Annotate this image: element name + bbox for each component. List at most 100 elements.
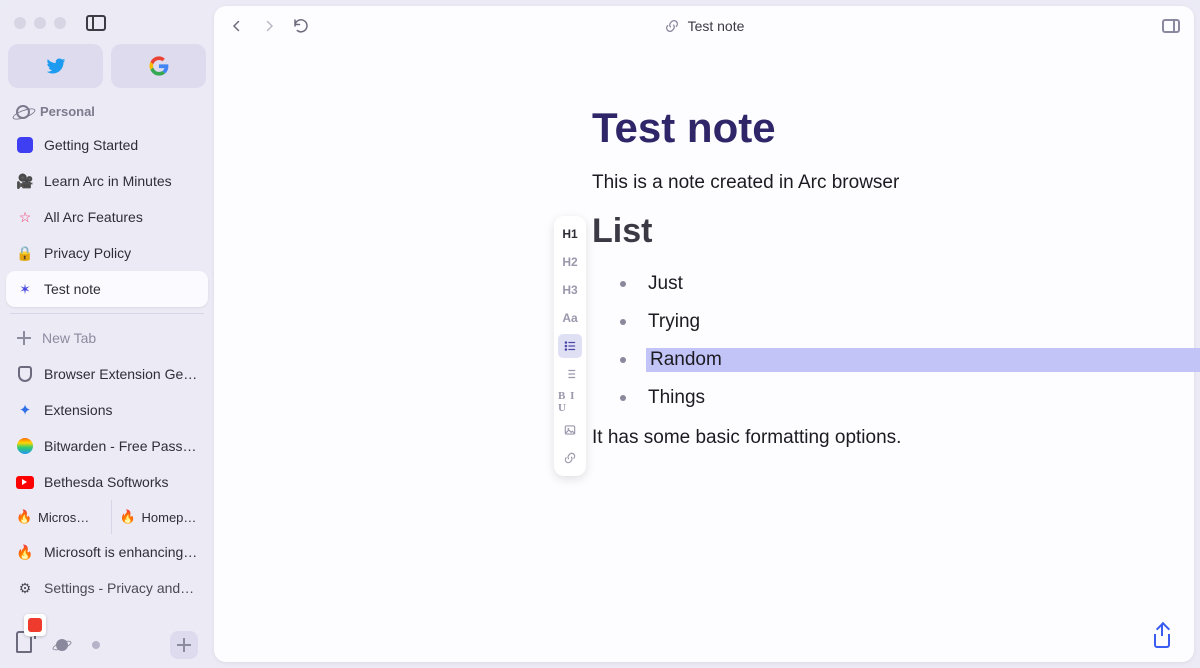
note-paragraph[interactable]: It has some basic formatting options. (592, 427, 1200, 449)
link-icon (563, 451, 577, 465)
format-image-button[interactable] (558, 418, 582, 442)
format-h3-button[interactable]: H3 (558, 278, 582, 302)
tab-browser-extension[interactable]: Browser Extension Getti… (6, 356, 208, 392)
space-indicator-icon[interactable] (56, 639, 68, 651)
sidebar: Personal Getting Started 🎥 Learn Arc in … (0, 0, 214, 668)
tab-bethesda[interactable]: Bethesda Softworks (6, 464, 208, 500)
tab-label: Microsoft is enhancing… (44, 544, 197, 560)
space-name: Personal (40, 104, 95, 119)
zoom-window-icon[interactable] (54, 17, 66, 29)
format-toolbar: H1 H2 H3 Aa B I U (554, 216, 586, 476)
shield-icon (16, 365, 34, 383)
note-icon: ✶ (16, 280, 34, 298)
note-heading[interactable]: List (592, 212, 1200, 251)
back-button[interactable] (228, 17, 246, 35)
format-h2-button[interactable]: H2 (558, 250, 582, 274)
content-toolbar (214, 6, 1194, 46)
tab-label: Browser Extension Getti… (44, 366, 198, 382)
note-title[interactable]: Test note (592, 104, 1200, 152)
video-icon: 🎥 (16, 172, 34, 190)
tab-bitwarden[interactable]: Bitwarden - Free Passw… (6, 428, 208, 464)
youtube-icon (16, 473, 34, 491)
add-button[interactable] (170, 631, 198, 659)
split-tab-right[interactable]: 🔥 Homep… (111, 500, 207, 534)
bullet-list-icon (563, 339, 577, 353)
plus-icon (176, 637, 192, 653)
content-frame: Test note H1 H2 H3 Aa B I U (214, 6, 1194, 662)
numbered-list-icon (563, 367, 577, 381)
square-icon (16, 136, 34, 154)
list-item[interactable]: Trying (592, 303, 1200, 341)
note-list[interactable]: Just Trying Random Things (592, 265, 1200, 417)
close-window-icon[interactable] (14, 17, 26, 29)
new-tab-button[interactable]: New Tab (6, 320, 208, 356)
lock-icon: 🔒 (16, 244, 34, 262)
space-dot-icon[interactable] (92, 641, 100, 649)
share-icon (1161, 624, 1163, 636)
tab-label: Bethesda Softworks (44, 474, 169, 490)
reload-button[interactable] (292, 17, 310, 35)
bitwarden-icon (16, 437, 34, 455)
planet-icon (16, 105, 30, 119)
quick-twitter[interactable] (8, 44, 103, 88)
twitter-icon (46, 56, 66, 76)
toggle-sidebar-icon[interactable] (86, 15, 106, 31)
format-body-button[interactable]: Aa (558, 306, 582, 330)
quick-google[interactable] (111, 44, 206, 88)
tab-extensions[interactable]: ✦ Extensions (6, 392, 208, 428)
format-link-button[interactable] (558, 446, 582, 470)
sidebar-item-label: Learn Arc in Minutes (44, 173, 172, 189)
list-item-selected[interactable]: Random (592, 341, 1200, 379)
titlebar (6, 6, 208, 40)
tab-microsoft-enhancing[interactable]: 🔥 Microsoft is enhancing… (6, 534, 208, 570)
main-pane: Test note H1 H2 H3 Aa B I U (214, 0, 1200, 668)
tab-settings-privacy[interactable]: ⚙ Settings - Privacy and s… (6, 570, 208, 606)
sidebar-item-label: Getting Started (44, 137, 138, 153)
note-editor[interactable]: H1 H2 H3 Aa B I U (214, 46, 1194, 662)
sidebar-item-test-note[interactable]: ✶ Test note (6, 271, 208, 307)
sidebar-item-privacy[interactable]: 🔒 Privacy Policy (6, 235, 208, 271)
note-content[interactable]: Test note This is a note created in Arc … (592, 104, 1200, 467)
library-icon[interactable] (16, 637, 32, 653)
puzzle-icon: ✦ (16, 401, 34, 419)
format-h1-button[interactable]: H1 (558, 222, 582, 246)
forward-button[interactable] (260, 17, 278, 35)
new-tab-label: New Tab (42, 330, 96, 346)
fire-icon: 🔥 (120, 509, 136, 525)
format-biu-button[interactable]: B I U (558, 390, 582, 414)
plus-icon (16, 330, 32, 346)
sidebar-item-getting-started[interactable]: Getting Started (6, 127, 208, 163)
split-label: Homep… (142, 510, 197, 525)
vivaldi-badge[interactable] (24, 614, 46, 636)
sidebar-item-label: Privacy Policy (44, 245, 131, 261)
tab-label: Settings - Privacy and s… (44, 580, 198, 596)
separator (10, 313, 204, 314)
tab-label: Bitwarden - Free Passw… (44, 438, 198, 454)
traffic-lights[interactable] (14, 17, 66, 29)
space-label[interactable]: Personal (6, 98, 208, 127)
split-view-row: 🔥 Micros… 🔥 Homep… (6, 500, 208, 534)
sidebar-item-label: All Arc Features (44, 209, 143, 225)
split-view-button[interactable] (1162, 17, 1180, 35)
arrow-left-icon (228, 17, 246, 35)
format-numbered-list-button[interactable] (558, 362, 582, 386)
note-paragraph[interactable]: This is a note created in Arc browser (592, 172, 1200, 194)
gear-icon: ⚙ (16, 579, 34, 597)
share-button[interactable] (1154, 626, 1176, 648)
sidebar-item-learn-arc[interactable]: 🎥 Learn Arc in Minutes (6, 163, 208, 199)
quick-launch-row (6, 40, 208, 98)
star-icon: ☆ (16, 208, 34, 226)
split-panel-icon (1162, 19, 1180, 33)
sidebar-item-label: Test note (44, 281, 101, 297)
fire-icon: 🔥 (16, 543, 34, 561)
fire-icon: 🔥 (16, 509, 32, 525)
split-tab-left[interactable]: 🔥 Micros… (8, 500, 103, 534)
google-icon (149, 56, 169, 76)
split-label: Micros… (38, 510, 89, 525)
sidebar-item-all-features[interactable]: ☆ All Arc Features (6, 199, 208, 235)
list-item[interactable]: Things (592, 379, 1200, 417)
list-item[interactable]: Just (592, 265, 1200, 303)
image-icon (563, 423, 577, 437)
format-bullet-list-button[interactable] (558, 334, 582, 358)
minimize-window-icon[interactable] (34, 17, 46, 29)
